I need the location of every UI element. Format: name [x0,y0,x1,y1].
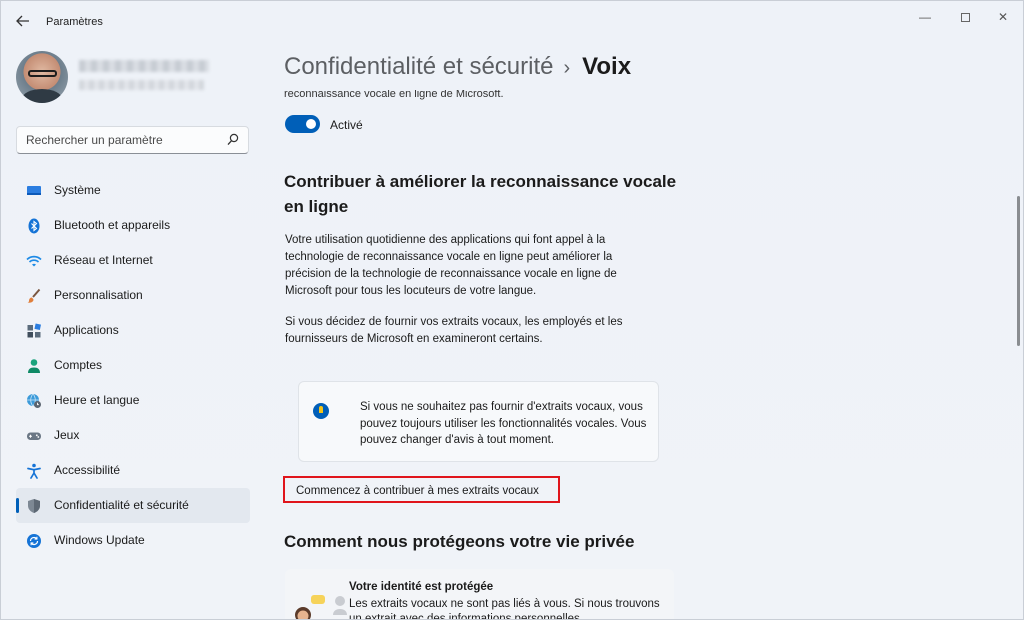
avatar-shirt [22,89,62,103]
contribute-section-title: Contribuer à améliorer la reconnaissance… [284,172,677,216]
privacy-card-text: Les extraits vocaux ne sont pas liés à v… [349,598,660,620]
sidebar-item-accessibilite[interactable]: Accessibilité [16,453,250,488]
sidebar-item-label: Bluetooth et appareils [54,218,171,232]
privacy-section-title: Comment nous protégeons votre vie privée [284,532,635,551]
sidebar-item-label: Comptes [54,358,103,372]
maximize-button[interactable] [945,7,985,27]
privacy-card: Votre identité est protégée Les extraits… [285,569,674,620]
voice-clips-review-note: Si vous décidez de fournir vos extraits … [285,316,623,345]
wifi-icon [26,255,42,267]
privacy-card-title: Votre identité est protégée [349,581,494,593]
sidebar-item-confidentialite[interactable]: Confidentialité et sécurité [16,488,250,523]
toggle-state-label: Activé [330,118,363,132]
sidebar-item-label: Personnalisation [54,288,143,302]
back-button[interactable] [11,11,35,33]
sidebar-item-jeux[interactable]: Jeux [16,418,250,453]
vertical-scrollbar[interactable] [1017,196,1020,346]
sidebar-item-applications[interactable]: Applications [16,313,250,348]
sidebar-item-label: Accessibilité [54,463,121,477]
back-arrow-icon [16,15,29,27]
gamepad-icon [27,432,41,440]
avatar-glasses [28,70,57,77]
sidebar-item-heure[interactable]: Heure et langue [16,383,250,418]
accessibility-icon [27,463,41,479]
search-icon [227,133,239,146]
start-contributing-button[interactable]: Commencez à contribuer à mes extraits vo… [283,476,560,503]
privacy-illustration-icon [295,595,347,619]
app-title: Paramètres [46,16,103,28]
sidebar-item-label: Confidentialité et sécurité [54,498,189,512]
page-title: Voix [582,53,632,80]
minimize-button[interactable]: — [905,7,945,27]
search-input[interactable] [26,132,216,148]
blurred-user-name [79,60,209,72]
toggle-knob [306,119,316,129]
avatar [16,51,68,103]
sidebar-item-windows-update[interactable]: Windows Update [16,523,250,558]
online-speech-toggle[interactable] [285,115,320,133]
sidebar-item-label: Réseau et Internet [54,253,153,267]
breadcrumb-parent[interactable]: Confidentialité et sécurité [284,53,553,80]
minimize-icon: — [919,10,931,24]
sidebar-item-bluetooth[interactable]: Bluetooth et appareils [16,208,250,243]
info-card: Si vous ne souhaitez pas fournir d'extra… [298,381,659,462]
active-indicator [16,498,19,513]
sidebar-item-comptes[interactable]: Comptes [16,348,250,383]
apps-icon [27,323,42,338]
breadcrumb-separator-icon: › [563,57,571,79]
title-bar: Paramètres — ✕ [1,1,1023,41]
sidebar-item-label: Windows Update [54,533,145,547]
settings-window: Paramètres — ✕ Système [0,0,1024,620]
blurred-user-email [79,80,204,90]
sidebar-item-personnalisation[interactable]: Personnalisation [16,278,250,313]
sidebar-item-systeme[interactable]: Système [16,173,250,208]
lightbulb-icon [313,403,329,419]
monitor-icon [27,186,41,195]
bluetooth-icon [28,218,40,234]
sidebar-item-label: Heure et langue [54,393,140,407]
brush-icon [27,288,41,303]
maximize-icon [960,13,970,23]
globe-clock-icon [27,393,41,408]
update-icon [27,534,41,548]
close-icon: ✕ [997,10,1009,24]
breadcrumb: Confidentialité et sécurité › Voix [284,53,631,81]
sidebar-nav: Système Bluetooth et appareils Réseau et… [16,173,251,558]
info-card-text: Si vous ne souhaitez pas fournir d'extra… [360,401,647,446]
search-box[interactable] [16,126,249,154]
sidebar-item-label: Jeux [54,428,80,442]
shield-icon [28,499,40,513]
sidebar-item-label: Applications [54,323,119,337]
contribute-description: Votre utilisation quotidienne des applic… [285,234,617,297]
sidebar-item-reseau[interactable]: Réseau et Internet [16,243,250,278]
sidebar-item-label: Système [54,183,101,197]
scrolled-description: reconnaissance vocale en ligne de Micros… [284,90,504,100]
person-icon [28,359,40,373]
close-button[interactable]: ✕ [983,7,1023,27]
